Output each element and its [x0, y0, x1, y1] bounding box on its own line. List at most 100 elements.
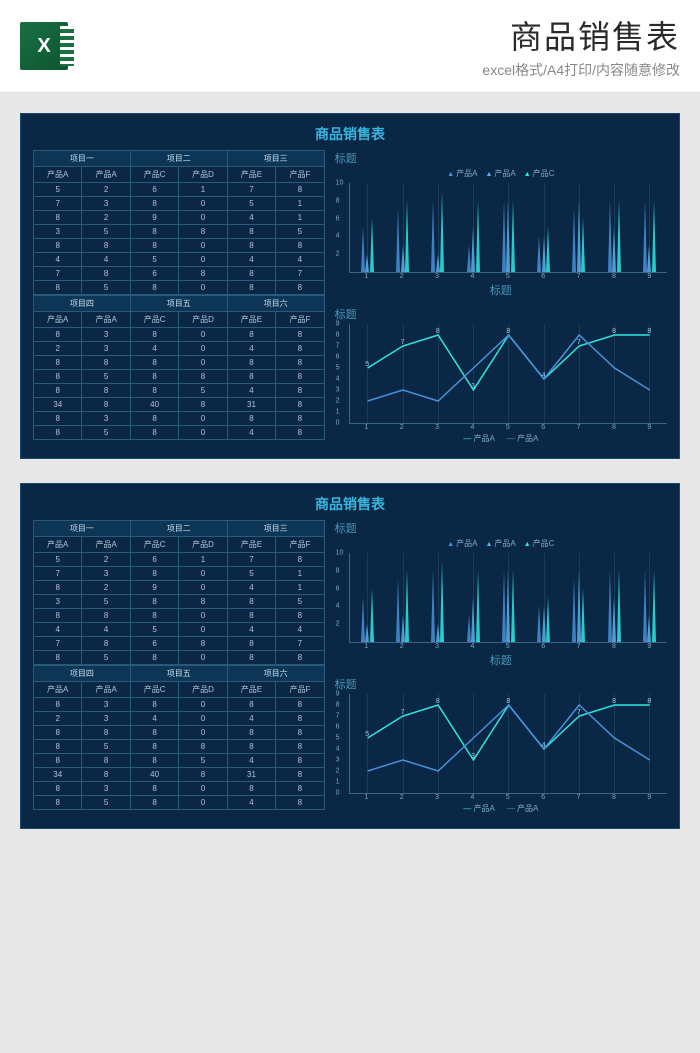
y-tick: 0 [336, 790, 340, 797]
cell: 5 [82, 595, 130, 609]
x-tick: 3 [419, 424, 454, 431]
cell: 8 [227, 412, 275, 426]
cell: 8 [130, 782, 178, 796]
area-peak [581, 588, 585, 642]
x-axis-label: 标题 [335, 282, 667, 298]
cell: 0 [179, 726, 227, 740]
col-header: 产品A [82, 537, 130, 553]
area-peak [401, 615, 405, 642]
cell: 3 [82, 342, 130, 356]
col-header: 产品F [276, 312, 324, 328]
x-labels: 123456789 [349, 273, 667, 280]
cell: 5 [130, 623, 178, 637]
cell: 8 [276, 426, 324, 440]
cell: 6 [130, 183, 178, 197]
cell: 8 [34, 328, 82, 342]
cell: 8 [276, 796, 324, 810]
legend-item: 产品A [463, 804, 495, 813]
cell: 0 [179, 356, 227, 370]
table-row: 738051 [34, 197, 325, 211]
cell: 8 [276, 740, 324, 754]
cell: 8 [276, 239, 324, 253]
cell: 8 [34, 239, 82, 253]
y-tick: 6 [336, 724, 340, 731]
x-tick: 4 [455, 273, 490, 280]
cell: 0 [179, 239, 227, 253]
cell: 8 [276, 370, 324, 384]
cell: 31 [227, 398, 275, 412]
excel-icon: X [20, 22, 68, 70]
sheet-title: 商品销售表 [33, 494, 667, 514]
area-peak [365, 624, 369, 642]
group-header: 项目四 [34, 666, 131, 682]
x-tick: 8 [596, 424, 631, 431]
y-tick: 6 [336, 585, 340, 592]
cell: 5 [82, 651, 130, 665]
cell: 4 [227, 796, 275, 810]
cell: 8 [130, 595, 178, 609]
cell: 0 [179, 412, 227, 426]
cell: 1 [276, 211, 324, 225]
data-label: 8 [647, 698, 651, 705]
cell: 9 [130, 581, 178, 595]
cell: 8 [34, 581, 82, 595]
x-tick: 9 [632, 794, 667, 801]
cell: 0 [179, 623, 227, 637]
subtitle: excel格式/A4打印/内容随意修改 [80, 60, 680, 80]
header: X 商品销售表 excel格式/A4打印/内容随意修改 [0, 0, 700, 93]
table-row: 858048 [34, 426, 325, 440]
area-peak [537, 606, 541, 642]
cell: 0 [179, 342, 227, 356]
area-peak [431, 570, 435, 642]
cell: 8 [179, 370, 227, 384]
cell: 8 [276, 356, 324, 370]
line-svg [350, 694, 667, 793]
col-header: 产品D [179, 537, 227, 553]
cell: 8 [276, 726, 324, 740]
charts-panel: 标题产品A产品A产品C108642123456789标题标题9876543210… [335, 520, 667, 814]
cell: 7 [34, 637, 82, 651]
x-tick: 1 [349, 424, 384, 431]
table-row: 888548 [34, 754, 325, 768]
legend-item: 产品A [447, 539, 477, 548]
area-peak [405, 570, 409, 642]
cell: 8 [34, 211, 82, 225]
cell: 3 [82, 698, 130, 712]
data-label: 8 [436, 328, 440, 335]
cell: 8 [227, 328, 275, 342]
table-row: 888088 [34, 356, 325, 370]
cell: 8 [227, 595, 275, 609]
area-peak [405, 200, 409, 272]
cell: 4 [82, 623, 130, 637]
cell: 4 [227, 754, 275, 768]
area-peak [537, 236, 541, 272]
data-label: 5 [365, 731, 369, 738]
x-tick: 1 [349, 794, 384, 801]
cell: 6 [130, 637, 178, 651]
y-tick: 7 [336, 713, 340, 720]
chart-plot-area: 9876543210578384788 [349, 694, 667, 794]
col-header: 产品A [34, 312, 82, 328]
cell: 8 [130, 651, 178, 665]
cell: 8 [179, 398, 227, 412]
line-svg [350, 324, 667, 423]
cell: 2 [82, 553, 130, 567]
cell: 3 [82, 328, 130, 342]
x-tick: 6 [526, 643, 561, 650]
area-peak [643, 200, 647, 272]
cell: 8 [227, 609, 275, 623]
area-peak [440, 561, 444, 642]
y-tick: 4 [336, 376, 340, 383]
cell: 0 [179, 796, 227, 810]
area-peak [396, 579, 400, 642]
cell: 4 [227, 623, 275, 637]
y-tick: 0 [336, 420, 340, 427]
area-peak [361, 597, 365, 642]
cell: 7 [34, 197, 82, 211]
x-tick: 5 [490, 424, 525, 431]
cell: 8 [130, 412, 178, 426]
x-tick: 8 [596, 643, 631, 650]
x-tick: 2 [384, 424, 419, 431]
chart-title: 标题 [335, 306, 667, 322]
cell: 8 [130, 281, 178, 295]
